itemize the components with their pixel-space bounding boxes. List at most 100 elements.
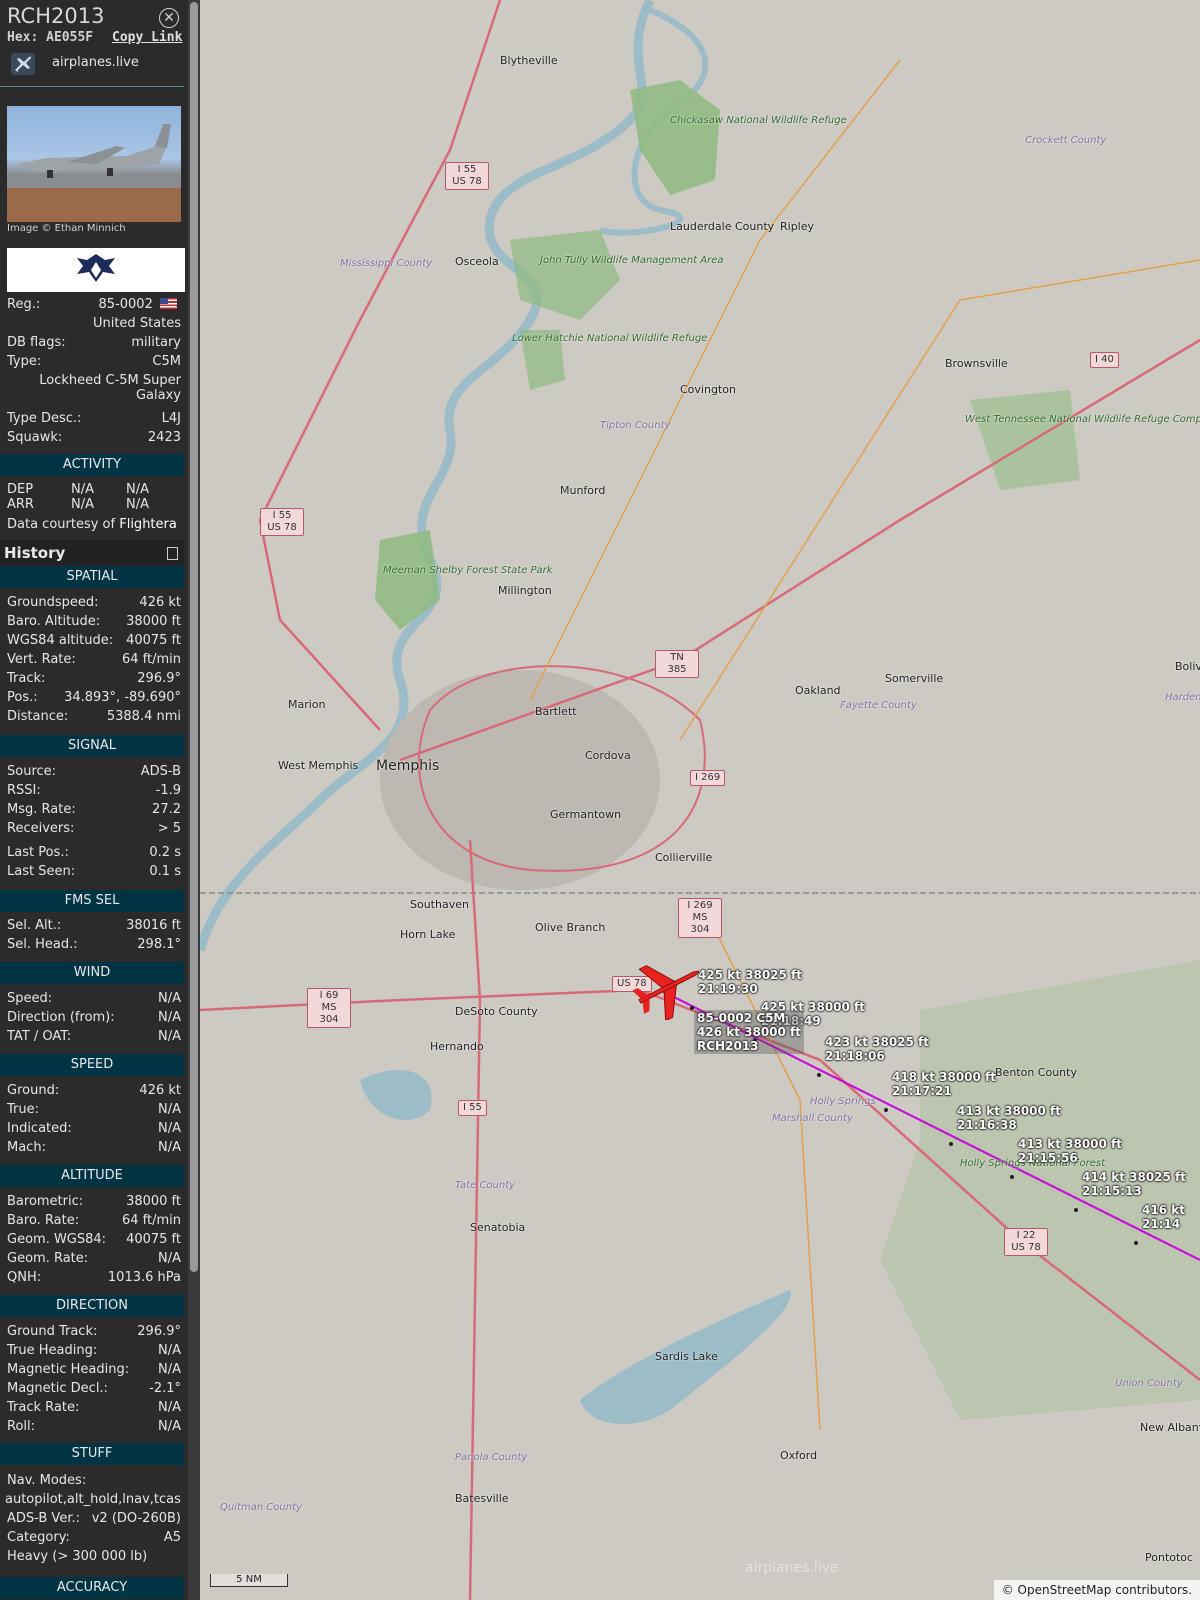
altitude-row: Baro. Rate: 64 ft/min	[7, 1213, 181, 1228]
type-row: Type: C5M	[7, 354, 181, 369]
place-label: Tate County	[455, 1180, 516, 1191]
spatial-row: Track: 296.9°	[7, 671, 181, 686]
section-activity[interactable]: ACTIVITY	[0, 454, 184, 476]
type-name-line2: Galaxy	[135, 388, 181, 403]
site-link[interactable]: airplanes.live	[7, 51, 187, 77]
signal-row: Receivers: > 5	[7, 821, 181, 836]
track-point-label: 418 kt 38000 ft 21:17:21	[892, 1070, 997, 1098]
history-toggle[interactable]: History	[0, 540, 184, 566]
wind-row: TAT / OAT: N/A	[7, 1029, 181, 1044]
section-spatial[interactable]: SPATIAL	[0, 566, 184, 588]
road-shield: I 55	[458, 1100, 487, 1116]
road-shield: I 55 US 78	[260, 508, 304, 536]
airplane-logo-icon	[11, 53, 35, 75]
place-label: West Tennessee National Wildlife Refuge …	[965, 414, 1200, 425]
photo-credit: Image © Ethan Minnich	[7, 223, 126, 234]
nav-modes-value: autopilot,alt_hold,lnav,tcas	[5, 1492, 181, 1507]
place-label: Lower Hatchie National Wildlife Refuge	[512, 333, 708, 344]
aircraft-photo[interactable]	[7, 106, 181, 222]
track-point-label: 413 kt 38000 ft 21:15:56	[1018, 1137, 1123, 1165]
track-point-dot	[884, 1108, 888, 1112]
road-shield: TN 385	[655, 650, 699, 678]
track-point-dot	[949, 1142, 953, 1146]
section-direction[interactable]: DIRECTION	[0, 1295, 184, 1317]
place-label: Horn Lake	[400, 928, 456, 941]
track-point-dot	[817, 1073, 821, 1077]
callsign-title: RCH2013	[7, 4, 105, 28]
place-label: Brownsville	[945, 357, 1008, 370]
place-label: Marshall County	[772, 1113, 853, 1124]
squawk-row: Squawk: 2423	[7, 430, 181, 445]
road-shield: I 269 MS 304	[678, 898, 722, 938]
expand-icon[interactable]	[167, 547, 178, 560]
dbflags-row: DB flags: military	[7, 335, 181, 350]
track-point-dot	[1134, 1241, 1138, 1245]
map-scale: 5 NM	[210, 1574, 288, 1587]
memphis-urban-area	[380, 670, 660, 890]
us-flag-icon	[160, 298, 177, 309]
air-force-insignia-icon	[77, 254, 115, 282]
map-view[interactable]: Blytheville Osceola Mississippi County Chic…	[200, 0, 1200, 1600]
section-fms-sel[interactable]: FMS SEL	[0, 890, 184, 912]
scrollbar-thumb[interactable]	[190, 2, 198, 1272]
typedesc-row: Type Desc.: L4J	[7, 411, 181, 426]
place-label: Cordova	[585, 749, 631, 762]
place-label: Bolivar	[1175, 660, 1200, 673]
flightera-link[interactable]: Flightera	[119, 517, 177, 532]
place-label: Sardis Lake	[655, 1350, 718, 1363]
site-name: airplanes.live	[52, 55, 139, 70]
place-label: Somerville	[885, 672, 944, 685]
airplanes-live-watermark: airplanes.live	[745, 1560, 839, 1576]
direction-row: Magnetic Heading: N/A	[7, 1362, 181, 1377]
road-shield: I 69 MS 304	[307, 988, 351, 1028]
track-point-label: 425 kt 38025 ft 21:19:30	[698, 968, 803, 996]
direction-row: Track Rate: N/A	[7, 1400, 181, 1415]
section-speed[interactable]: SPEED	[0, 1054, 184, 1076]
signal-row: Source: ADS-B	[7, 764, 181, 779]
place-label: Fayette County	[840, 700, 917, 711]
place-label: Munford	[560, 484, 606, 497]
section-wind[interactable]: WIND	[0, 962, 184, 984]
nav-modes-label: Nav. Modes:	[7, 1473, 87, 1488]
close-icon[interactable]: ✕	[159, 8, 179, 28]
road-shield: I 55 US 78	[445, 162, 489, 190]
place-label: Holly Springs	[810, 1096, 876, 1107]
place-label: Benton County	[995, 1066, 1077, 1079]
speed-row: Indicated: N/A	[7, 1121, 181, 1136]
map-attribution[interactable]: © OpenStreetMap contributors.	[993, 1580, 1200, 1600]
section-accuracy[interactable]: ACCURACY	[0, 1577, 184, 1599]
place-label: John Tully Wildlife Management Area	[540, 255, 724, 266]
place-label: DeSoto County	[455, 1005, 538, 1018]
spatial-row: WGS84 altitude: 40075 ft	[7, 633, 181, 648]
category-description: Heavy (> 300 000 lb)	[7, 1549, 148, 1564]
altitude-row: QNH: 1013.6 hPa	[7, 1270, 181, 1285]
fms-row: Sel. Head.: 298.1°	[7, 937, 181, 952]
fms-row: Sel. Alt.: 38016 ft	[7, 918, 181, 933]
track-point-label: 414 kt 38025 ft 21:15:13	[1082, 1170, 1187, 1198]
place-label: Covington	[680, 383, 736, 396]
road-shield: I 22 US 78	[1004, 1228, 1048, 1256]
copy-link-button[interactable]: Copy Link	[112, 30, 182, 45]
place-label: Memphis	[376, 758, 440, 774]
place-label: Hardeman County	[1165, 692, 1200, 703]
section-altitude[interactable]: ALTITUDE	[0, 1165, 184, 1187]
place-label: Olive Branch	[535, 921, 606, 934]
place-label: Marion	[288, 698, 326, 711]
section-stuff[interactable]: STUFF	[0, 1443, 184, 1465]
place-label: Lauderdale County	[670, 220, 775, 233]
section-signal[interactable]: SIGNAL	[0, 735, 184, 757]
spatial-row: Distance: 5388.4 nmi	[7, 709, 181, 724]
spatial-row: Vert. Rate: 64 ft/min	[7, 652, 181, 667]
hex-code: Hex: AE055F	[7, 30, 94, 45]
track-point-dot	[1074, 1208, 1078, 1212]
direction-row: Roll: N/A	[7, 1419, 181, 1434]
track-point-label: 413 kt 38000 ft 21:16:38	[957, 1104, 1062, 1132]
place-label: West Memphis	[278, 759, 359, 772]
sidebar-scrollbar[interactable]	[188, 0, 200, 1600]
aircraft-label: 85-0002 C5M 426 kt 38000 ft RCH2013	[694, 1010, 805, 1054]
place-label: Panola County	[455, 1452, 528, 1463]
divider	[0, 86, 184, 87]
place-label: Collierville	[655, 851, 713, 864]
direction-row: True Heading: N/A	[7, 1343, 181, 1358]
place-label: Osceola	[455, 255, 499, 268]
